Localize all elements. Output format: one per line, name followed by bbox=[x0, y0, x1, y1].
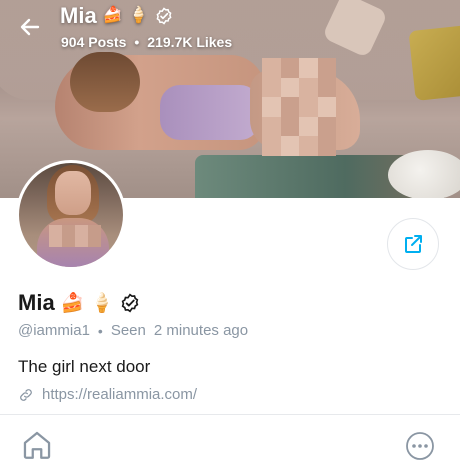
share-icon bbox=[405, 235, 422, 253]
avatar-face bbox=[55, 171, 91, 215]
profile-name-text: Mia bbox=[18, 290, 55, 315]
likes-count: 219.7K Likes bbox=[147, 34, 233, 50]
header-title: Mia 🍰 🍦 bbox=[60, 3, 173, 29]
profile-link-text[interactable]: https://realiammia.com/ bbox=[42, 386, 197, 403]
seen-label: Seen bbox=[110, 322, 146, 339]
divider bbox=[0, 414, 460, 415]
stats-separator: • bbox=[134, 34, 140, 50]
cover-figure-hair bbox=[70, 52, 140, 112]
bottom-nav bbox=[0, 420, 460, 460]
home-button[interactable] bbox=[20, 428, 54, 462]
ice-cream-emoji-icon: 🍦 bbox=[90, 292, 115, 314]
ice-cream-emoji-icon: 🍦 bbox=[128, 7, 149, 24]
profile-meta: @iammia1 • Seen 2 minutes ago bbox=[18, 322, 248, 339]
arrow-left-icon bbox=[20, 18, 40, 36]
cover-figure-garment bbox=[160, 85, 260, 140]
verified-badge-icon bbox=[121, 293, 139, 313]
verified-badge-icon bbox=[156, 7, 172, 25]
profile-link[interactable]: https://realiammia.com/ bbox=[18, 386, 197, 403]
avatar-censor-mosaic bbox=[49, 225, 101, 247]
avatar[interactable] bbox=[16, 160, 126, 270]
avatar-image bbox=[19, 163, 123, 267]
cake-emoji-icon: 🍰 bbox=[60, 292, 85, 314]
meta-separator: • bbox=[97, 322, 103, 339]
profile-name: Mia 🍰 🍦 bbox=[18, 290, 140, 316]
link-icon bbox=[20, 388, 32, 401]
header-name-text: Mia bbox=[60, 3, 97, 28]
cover-censor-mosaic bbox=[262, 58, 336, 156]
more-button[interactable] bbox=[404, 430, 436, 462]
cover-header: Mia 🍰 🍦 904 Posts • 219.7K Likes bbox=[0, 0, 460, 60]
posts-count: 904 Posts bbox=[61, 34, 127, 50]
profile-handle: @iammia1 bbox=[18, 322, 90, 339]
back-button[interactable] bbox=[14, 11, 46, 43]
profile-bio: The girl next door bbox=[18, 357, 151, 376]
cover-bowl bbox=[388, 150, 460, 198]
home-icon bbox=[23, 431, 51, 459]
more-horizontal-icon bbox=[406, 432, 434, 460]
share-button[interactable] bbox=[387, 218, 439, 270]
seen-time: 2 minutes ago bbox=[153, 322, 249, 339]
header-stats: 904 Posts • 219.7K Likes bbox=[61, 34, 232, 50]
cake-emoji-icon: 🍰 bbox=[102, 7, 123, 24]
